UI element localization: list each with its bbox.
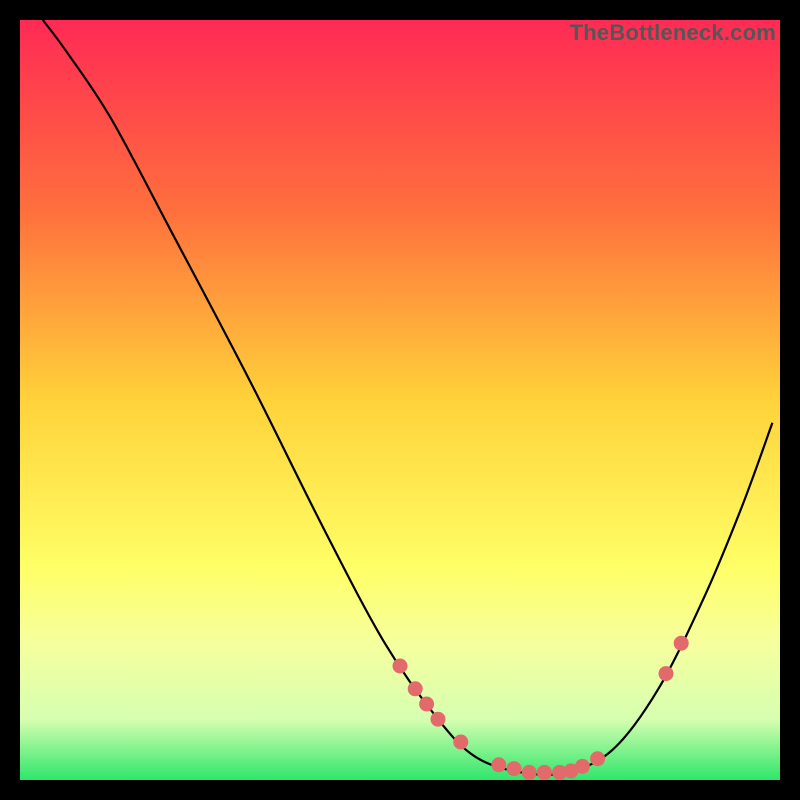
data-marker	[507, 761, 522, 776]
data-marker	[522, 765, 537, 780]
data-marker	[431, 712, 446, 727]
watermark-text: TheBottleneck.com	[570, 20, 776, 46]
data-marker	[408, 681, 423, 696]
data-marker	[590, 751, 605, 766]
data-marker	[674, 636, 689, 651]
data-marker	[453, 735, 468, 750]
bottleneck-chart	[20, 20, 780, 780]
data-marker	[419, 697, 434, 712]
data-marker	[659, 666, 674, 681]
chart-frame: TheBottleneck.com	[20, 20, 780, 780]
data-marker	[491, 757, 506, 772]
data-marker	[393, 659, 408, 674]
data-marker	[537, 765, 552, 780]
data-marker	[575, 759, 590, 774]
